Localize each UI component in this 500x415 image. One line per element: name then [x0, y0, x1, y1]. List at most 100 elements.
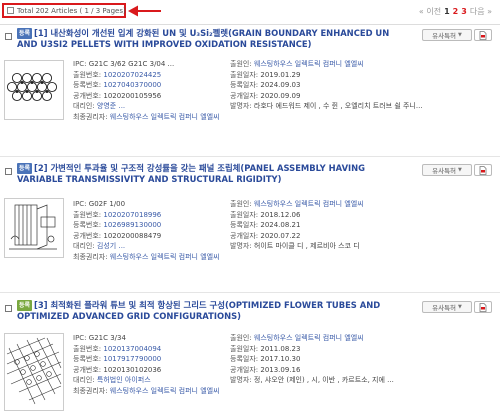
app-date-label: 출원일자:	[230, 70, 259, 79]
inventor-value: 허이트 마이클 디 , 제르비아 스코 디	[253, 242, 360, 251]
applicant-value[interactable]: 웨스팅하우스 일렉트릭 컴퍼니 엘엘씨	[254, 334, 364, 342]
app-no-value[interactable]: 1020207018996	[103, 211, 161, 219]
applicant-label: 출원인:	[230, 334, 252, 342]
result-title[interactable]: 등록 [2] 가변적인 투과율 및 구조적 강성률을 갖는 패널 조립체(PANE…	[17, 163, 392, 185]
applicant-label: 출원인:	[230, 60, 252, 68]
chevron-down-icon: ▼	[458, 167, 462, 173]
ipc-label: IPC:	[73, 60, 87, 68]
result-title[interactable]: 등록 [3] 최적화된 플라워 튜브 및 최적 항상된 그리드 구성(OPTIMI…	[17, 300, 392, 322]
app-date-label: 출원일자:	[230, 344, 259, 353]
agent-value[interactable]: 양영준 ...	[97, 102, 125, 110]
pdf-download-button[interactable]	[474, 164, 492, 176]
similar-patents-button[interactable]: 유사특허 ▼	[422, 164, 472, 176]
result-checkbox[interactable]	[5, 33, 12, 40]
result-checkbox[interactable]	[5, 305, 12, 312]
page-link-3[interactable]: 3	[461, 7, 467, 16]
pub-date-value: 2020.09.09	[260, 91, 301, 100]
result-number: [1]	[34, 28, 48, 38]
inventor-label: 발명자:	[230, 242, 252, 251]
reg-no-label: 등록번호:	[73, 355, 102, 364]
inventor-label: 발명자:	[230, 376, 252, 385]
app-no-label: 출원번호:	[73, 344, 102, 353]
ipc-label: IPC:	[73, 334, 87, 342]
pdf-download-button[interactable]	[474, 29, 492, 41]
next-page-link[interactable]: 다음 »	[470, 6, 492, 17]
app-date-value: 2011.08.23	[260, 344, 301, 353]
holder-label: 최종권리자:	[73, 112, 108, 121]
pub-no-value: 1020200088479	[103, 231, 162, 240]
result-title-text[interactable]: 가변적인 투과율 및 구조적 강성률을 갖는 패널 조립체(PANEL ASSE…	[17, 163, 365, 184]
app-date-value: 2018.12.06	[260, 210, 301, 219]
select-all-checkbox[interactable]	[7, 7, 14, 14]
holder-label: 최종권리자:	[73, 252, 108, 261]
pub-date-label: 공개일자:	[230, 365, 259, 374]
total-count-box: Total 202 Articles ( 1 / 3 Pages)	[2, 3, 126, 18]
similar-patents-button[interactable]: 유사특허 ▼	[422, 29, 472, 41]
ipc-label: IPC:	[73, 200, 87, 208]
result-title-text[interactable]: 내산화성이 개선된 입계 강화된 UN 및 U₃Si₂펠렛(GRAIN BOUN…	[17, 28, 389, 49]
agent-label: 대리인:	[73, 102, 95, 111]
reg-date-label: 등록일자:	[230, 81, 259, 90]
ipc-value: G21C 3/62 G21C 3/04 ...	[88, 60, 175, 68]
agent-value[interactable]: 특허법인 아이퍼스	[97, 376, 151, 384]
applicant-value[interactable]: 웨스팅하우스 일렉트릭 컴퍼니 엘엘씨	[254, 200, 364, 208]
prev-page-link[interactable]: « 이전	[419, 6, 441, 17]
applicant-value[interactable]: 웨스팅하우스 일렉트릭 컴퍼니 엘엘씨	[254, 60, 364, 68]
grid-drawing-image	[6, 337, 62, 405]
reg-no-value[interactable]: 1017917790000	[103, 355, 161, 363]
pub-date-label: 공개일자:	[230, 91, 259, 100]
pub-no-label: 공개번호:	[73, 91, 102, 100]
drawing-thumbnail[interactable]	[4, 333, 64, 411]
holder-label: 최종권리자:	[73, 386, 108, 395]
reg-no-label: 등록번호:	[73, 81, 102, 90]
agent-value[interactable]: 김성기 ...	[97, 242, 125, 250]
status-badge: 등록	[17, 163, 33, 174]
result-title[interactable]: 등록 [1] 내산화성이 개선된 입계 강화된 UN 및 U₃Si₂펠렛(GRAI…	[17, 28, 392, 50]
app-no-value[interactable]: 1020137004094	[103, 345, 161, 353]
reg-no-value[interactable]: 1026989130000	[103, 221, 161, 229]
agent-label: 대리인:	[73, 242, 95, 251]
total-count-label: Total 202 Articles ( 1 / 3 Pages)	[17, 6, 126, 15]
pub-date-value: 2013.09.16	[260, 365, 301, 374]
ipc-value: G02F 1/00	[88, 200, 126, 208]
inventor-value: 정, 샤오안 (제인) , 시, 이반 , 카르트소, 지에 ...	[253, 376, 394, 385]
agent-label: 대리인:	[73, 376, 95, 385]
pub-no-label: 공개번호:	[73, 231, 102, 240]
app-no-label: 출원번호:	[73, 70, 102, 79]
panel-drawing-image	[9, 204, 57, 250]
pdf-icon	[479, 30, 487, 40]
holder-value[interactable]: 웨스팅하우스 일렉트릭 컴퍼니 엘엘씨	[110, 253, 220, 261]
app-no-label: 출원번호:	[73, 210, 102, 219]
chevron-down-icon: ▼	[458, 304, 462, 310]
drawing-thumbnail[interactable]	[4, 198, 64, 258]
pub-date-value: 2020.07.22	[260, 231, 301, 240]
pub-no-label: 공개번호:	[73, 365, 102, 374]
pdf-download-button[interactable]	[474, 301, 492, 313]
reg-no-value[interactable]: 1027040370000	[103, 81, 161, 89]
holder-value[interactable]: 웨스팅하우스 일렉트릭 컴퍼니 엘엘씨	[110, 387, 220, 395]
similar-patents-button[interactable]: 유사특허 ▼	[422, 301, 472, 313]
status-badge: 등록	[17, 28, 33, 39]
page-link-1[interactable]: 1	[444, 7, 450, 16]
inventor-value: 라호다 에드워드 제이 , 수 쥔 , 오엘리치 트러브 쉴 주니...	[253, 102, 423, 111]
pdf-icon	[479, 302, 487, 312]
result-number: [2]	[34, 163, 48, 173]
similar-patents-label: 유사특허	[432, 32, 457, 40]
app-no-value[interactable]: 1020207024425	[103, 71, 161, 79]
result-divider	[0, 292, 500, 293]
reg-date-value: 2024.09.03	[260, 81, 301, 90]
ipc-value: G21C 3/34	[88, 334, 126, 342]
chevron-down-icon: ▼	[458, 32, 462, 38]
pdf-icon	[479, 165, 487, 175]
drawing-thumbnail[interactable]	[4, 60, 64, 120]
pagination: « 이전 1 2 3 다음 »	[419, 6, 492, 17]
result-title-text[interactable]: 최적화된 플라워 튜브 및 최적 항상된 그리드 구성(OPTIMIZED FL…	[17, 300, 380, 321]
result-divider	[0, 156, 500, 157]
reg-date-value: 2017.10.30	[260, 355, 301, 364]
reg-date-label: 등록일자:	[230, 355, 259, 364]
holder-value[interactable]: 웨스팅하우스 일렉트릭 컴퍼니 엘엘씨	[110, 113, 220, 121]
inventor-label: 발명자:	[230, 102, 252, 111]
result-checkbox[interactable]	[5, 168, 12, 175]
pub-no-value: 1020200105956	[103, 91, 162, 100]
page-link-2[interactable]: 2	[453, 7, 459, 16]
